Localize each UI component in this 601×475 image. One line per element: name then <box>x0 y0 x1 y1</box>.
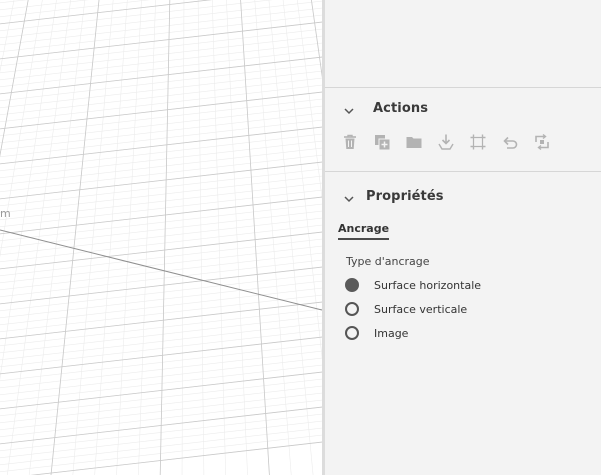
grid-line <box>0 203 322 242</box>
radio-surface-horizontale[interactable]: Surface horizontale <box>345 276 481 294</box>
grid-line <box>0 126 322 165</box>
grid-line <box>0 63 322 102</box>
replace-button[interactable] <box>531 131 553 153</box>
perspective-grid <box>0 0 322 475</box>
grid-line <box>0 91 322 130</box>
grid-line <box>0 273 322 312</box>
grid-line <box>0 259 322 298</box>
grid-line <box>0 252 322 291</box>
radio-label: Image <box>374 326 409 340</box>
grid-line <box>0 0 151 18</box>
grid-line <box>0 119 322 158</box>
drop-to-surface-button[interactable] <box>435 131 457 153</box>
trash-icon <box>344 134 356 149</box>
grid-line <box>0 28 322 67</box>
duplicate-button[interactable] <box>371 131 393 153</box>
undo-icon <box>503 136 518 149</box>
grid-line <box>181 0 185 475</box>
grid-line <box>0 336 322 375</box>
radio-button[interactable] <box>345 326 359 340</box>
grid-line <box>0 112 322 151</box>
reset-button[interactable] <box>499 131 521 153</box>
replace-icon <box>535 133 549 151</box>
anchor-type-label: Type d'ancrage <box>346 255 430 268</box>
grid-line <box>0 0 1 1</box>
properties-panel: Actions Propriétés Ancrage Type d'ancrag… <box>325 0 601 475</box>
grid-line <box>0 287 322 326</box>
divider <box>325 171 601 172</box>
axis-unit-label: m <box>0 207 11 220</box>
grid-line <box>0 371 322 410</box>
grid-line <box>0 105 322 144</box>
grid-line <box>0 266 322 305</box>
radio-button[interactable] <box>345 302 359 316</box>
grid-line <box>0 70 322 109</box>
grid-line <box>0 350 322 389</box>
grid-line <box>94 0 128 475</box>
grid-line <box>0 84 322 123</box>
grid-line <box>0 329 322 368</box>
grid-line <box>0 42 322 81</box>
delete-button[interactable] <box>339 131 361 153</box>
grid-line <box>0 7 322 46</box>
group-button[interactable] <box>403 131 425 153</box>
fit-frame-button[interactable] <box>467 131 489 153</box>
actions-section-header[interactable]: Actions <box>325 99 601 123</box>
tab-ancrage[interactable]: Ancrage <box>338 222 390 240</box>
radio-image[interactable]: Image <box>345 324 408 342</box>
grid-line <box>0 301 322 340</box>
grid-line <box>0 266 322 305</box>
chevron-down-icon <box>344 196 354 203</box>
grid-line <box>0 322 322 361</box>
grid-line <box>0 196 322 235</box>
grid-line <box>0 315 322 354</box>
grid-line <box>0 196 322 235</box>
radio-label: Surface horizontale <box>374 278 482 292</box>
grid-line <box>0 168 322 207</box>
grid-line <box>0 378 322 417</box>
grid-line <box>0 364 322 403</box>
grid-line <box>0 126 322 165</box>
properties-section-header[interactable]: Propriétés <box>325 187 601 211</box>
grid-line <box>0 56 322 95</box>
grid-line <box>0 56 322 95</box>
grid-line <box>0 336 322 375</box>
actions-title: Actions <box>373 101 429 116</box>
grid-line <box>0 301 322 340</box>
grid-line <box>0 0 28 4</box>
3d-viewport[interactable]: m <box>0 0 322 475</box>
grid-line <box>0 175 322 214</box>
grid-line <box>0 98 322 137</box>
folder-icon <box>406 137 422 148</box>
radio-button[interactable] <box>345 278 359 292</box>
divider <box>325 87 601 88</box>
grid-line <box>0 77 322 116</box>
duplicate-icon <box>375 135 391 151</box>
drop-to-surface-icon <box>438 134 454 150</box>
grid-line <box>0 91 322 130</box>
grid-line <box>0 343 322 382</box>
grid-line <box>0 140 322 179</box>
chevron-down-icon <box>344 108 354 115</box>
radio-label: Surface verticale <box>374 302 468 316</box>
grid-line <box>0 189 322 228</box>
grid-line <box>0 14 322 53</box>
grid-line <box>0 357 322 396</box>
grid-line <box>0 371 322 410</box>
radio-surface-verticale[interactable]: Surface verticale <box>345 300 467 318</box>
fit-frame-icon <box>470 134 486 150</box>
properties-title: Propriétés <box>366 189 444 204</box>
grid-line <box>0 0 29 158</box>
grid-line <box>0 154 322 193</box>
grid-line <box>0 182 322 221</box>
